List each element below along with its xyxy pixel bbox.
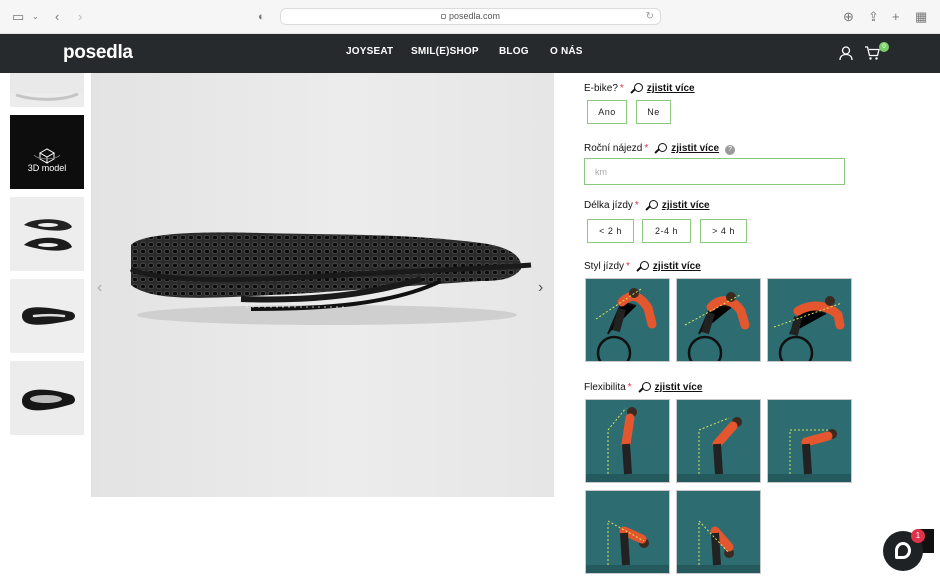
chat-bubble-icon: [895, 542, 911, 559]
thumbnail-3d-model[interactable]: 3D model: [10, 115, 84, 189]
back-icon[interactable]: ‹: [55, 9, 59, 25]
chevron-down-icon[interactable]: ⌄: [32, 9, 39, 25]
key-icon: [648, 200, 658, 209]
url-text: posedla.com: [448, 11, 501, 21]
chat-unread-badge: 1: [911, 529, 925, 543]
help-icon[interactable]: ?: [725, 145, 736, 155]
thumbnail-5[interactable]: [10, 361, 84, 435]
reload-icon[interactable]: ↻: [646, 9, 654, 24]
key-icon: [633, 83, 643, 92]
nav-item-blog[interactable]: BLOG: [499, 46, 529, 57]
flex-label-row: Flexibilita * zjistit více: [584, 382, 702, 393]
flexibility-level-2[interactable]: [676, 399, 761, 483]
share-icon[interactable]: ⇪: [868, 9, 879, 25]
address-bar[interactable]: posedla.com ↻: [280, 8, 661, 25]
ebike-option-ano[interactable]: Ano: [587, 100, 627, 124]
key-icon: [658, 143, 668, 152]
riding-style-upright[interactable]: [585, 278, 670, 362]
key-icon: [641, 382, 651, 391]
duration-label: Délka jízdy: [584, 200, 633, 211]
product-main-image: ‹ ›: [91, 73, 554, 497]
nav-item-o-nas[interactable]: O NÁS: [550, 46, 583, 57]
saddle-image: [129, 232, 532, 325]
annual-km-input[interactable]: km: [584, 158, 845, 185]
lock-icon: [440, 14, 446, 19]
duration-option-under-2h[interactable]: < 2 h: [587, 219, 634, 243]
key-icon: [639, 261, 649, 270]
user-icon[interactable]: [839, 46, 853, 61]
nav-item-smileshop[interactable]: SMIL(E)SHOP: [411, 46, 479, 57]
riding-style-aggressive[interactable]: [767, 278, 852, 362]
flexibility-level-5[interactable]: [676, 490, 761, 574]
flexibility-level-1[interactable]: [585, 399, 670, 483]
required-mark: *: [634, 200, 639, 211]
required-mark: *: [619, 83, 624, 94]
site-logo[interactable]: posedla: [63, 42, 133, 64]
annual-more-link[interactable]: zjistit více: [671, 143, 719, 154]
tab-overview-icon[interactable]: ▦: [915, 9, 927, 25]
cart-icon[interactable]: [864, 45, 880, 61]
privacy-shield-icon[interactable]: ◐: [258, 9, 265, 25]
cube-icon: [33, 148, 61, 164]
thumbnail-3d-label: 3D model: [27, 163, 67, 173]
ebike-option-ne[interactable]: Ne: [636, 100, 671, 124]
ebike-label-row: E-bike? * zjistit více: [584, 83, 695, 94]
forward-icon[interactable]: ›: [78, 9, 82, 25]
nav-item-joyseat[interactable]: JOYSEAT: [346, 46, 393, 57]
download-icon[interactable]: ⊕: [843, 9, 854, 25]
flex-label: Flexibilita: [584, 382, 626, 393]
flex-more-link[interactable]: zjistit více: [655, 382, 703, 393]
style-label-row: Styl jízdy * zjistit více: [584, 261, 701, 272]
new-tab-icon[interactable]: +: [892, 9, 900, 25]
required-mark: *: [626, 261, 630, 272]
style-more-link[interactable]: zjistit více: [653, 261, 701, 272]
duration-option-2-4h[interactable]: 2-4 h: [642, 219, 691, 243]
riding-style-sport[interactable]: [676, 278, 761, 362]
required-mark: *: [627, 382, 632, 393]
cart-count-badge: 0: [879, 42, 889, 52]
site-header: posedla JOYSEAT SMIL(E)SHOP BLOG O NÁS 0: [0, 34, 940, 73]
style-label: Styl jízdy: [584, 261, 625, 272]
ebike-more-link[interactable]: zjistit více: [647, 83, 695, 94]
duration-label-row: Délka jízdy * zjistit více: [584, 200, 710, 211]
annual-label-row: Roční nájezd * zjistit více?: [584, 143, 736, 155]
ebike-label: E-bike?: [584, 83, 618, 94]
duration-more-link[interactable]: zjistit více: [662, 200, 710, 211]
required-mark: *: [644, 143, 649, 154]
thumbnail-3[interactable]: [10, 197, 84, 271]
duration-option-over-4h[interactable]: > 4 h: [700, 219, 747, 243]
gallery-next-arrow[interactable]: ›: [538, 279, 543, 297]
flexibility-level-4[interactable]: [585, 490, 670, 574]
browser-toolbar: ▭ ⌄ ‹ › ◐ posedla.com ↻ ⊕ ⇪ + ▦: [0, 0, 940, 34]
sidebar-toggle-icon[interactable]: ▭: [12, 9, 24, 25]
thumbnail-4[interactable]: [10, 279, 84, 353]
annual-label: Roční nájezd: [584, 143, 643, 154]
thumbnail-1[interactable]: [10, 73, 84, 107]
flexibility-level-3[interactable]: [767, 399, 852, 483]
gallery-prev-arrow[interactable]: ‹: [97, 279, 102, 297]
